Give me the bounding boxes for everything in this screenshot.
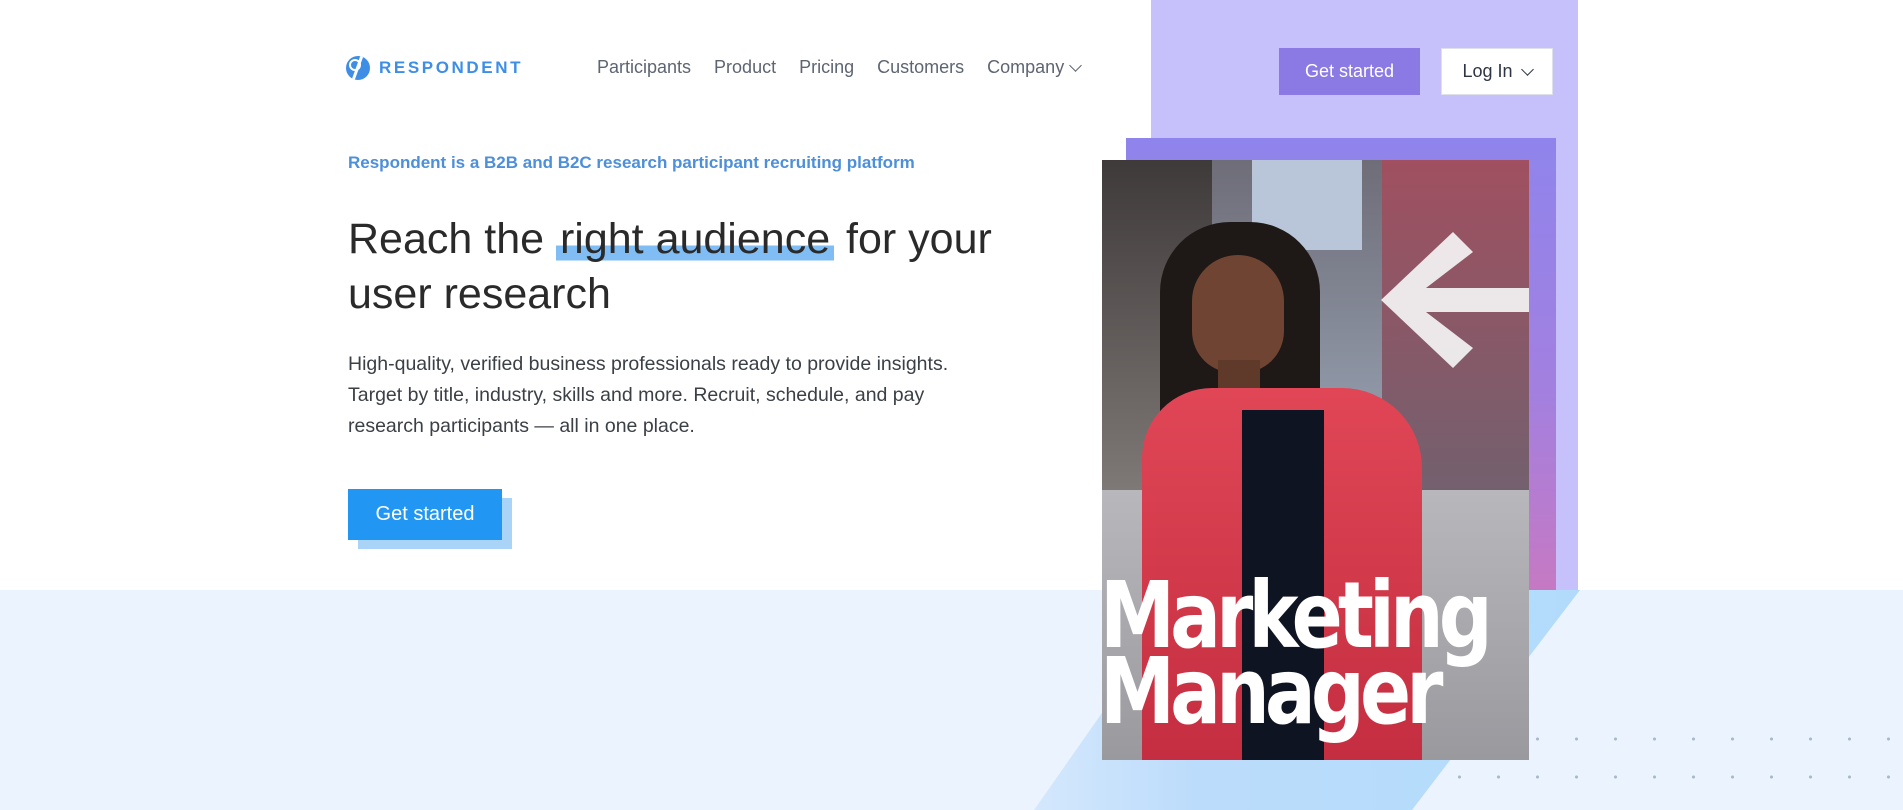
nav-label: Participants bbox=[597, 57, 692, 77]
hero-eyebrow: Respondent is a B2B and B2C research par… bbox=[348, 153, 915, 172]
photo-person-face bbox=[1192, 255, 1284, 373]
headline-highlight: right audience bbox=[555, 215, 835, 263]
nav-item-pricing[interactable]: Pricing bbox=[799, 57, 854, 78]
nav-label: Pricing bbox=[799, 57, 855, 77]
hero-cta: Get started bbox=[348, 489, 512, 549]
respondent-logo-icon bbox=[346, 56, 370, 80]
nav-item-company[interactable]: Company bbox=[987, 57, 1083, 78]
main-nav: Participants Product Pricing Customers C… bbox=[597, 57, 1083, 78]
nav-item-customers[interactable]: Customers bbox=[877, 57, 964, 78]
chevron-down-icon bbox=[1069, 58, 1083, 72]
hero-subtext: High-quality, verified business professi… bbox=[348, 353, 949, 437]
nav-label: Company bbox=[987, 57, 1065, 77]
photo-caption: Marketing Manager bbox=[1102, 570, 1493, 745]
brand-name: RESPONDENT bbox=[379, 58, 524, 77]
header-get-started-button[interactable]: Get started bbox=[1279, 48, 1420, 95]
login-dropdown-button[interactable]: Log In bbox=[1441, 48, 1553, 95]
nav-label: Customers bbox=[877, 57, 965, 77]
hero-photo: Marketing Manager bbox=[1102, 160, 1529, 760]
hero-get-started-button[interactable]: Get started bbox=[348, 489, 502, 540]
arrow-left-icon bbox=[1381, 232, 1529, 368]
chevron-down-icon bbox=[1520, 62, 1534, 76]
login-label: Log In bbox=[1462, 61, 1513, 81]
nav-item-product[interactable]: Product bbox=[714, 57, 776, 78]
nav-item-participants[interactable]: Participants bbox=[597, 57, 691, 78]
brand-logo[interactable]: RESPONDENT bbox=[346, 56, 523, 80]
headline-start: Reach the bbox=[348, 215, 556, 263]
caption-line-2: Manager bbox=[1102, 638, 1443, 745]
nav-label: Product bbox=[714, 57, 777, 77]
hero-headline: Reach the right audience for your user r… bbox=[348, 212, 1008, 322]
